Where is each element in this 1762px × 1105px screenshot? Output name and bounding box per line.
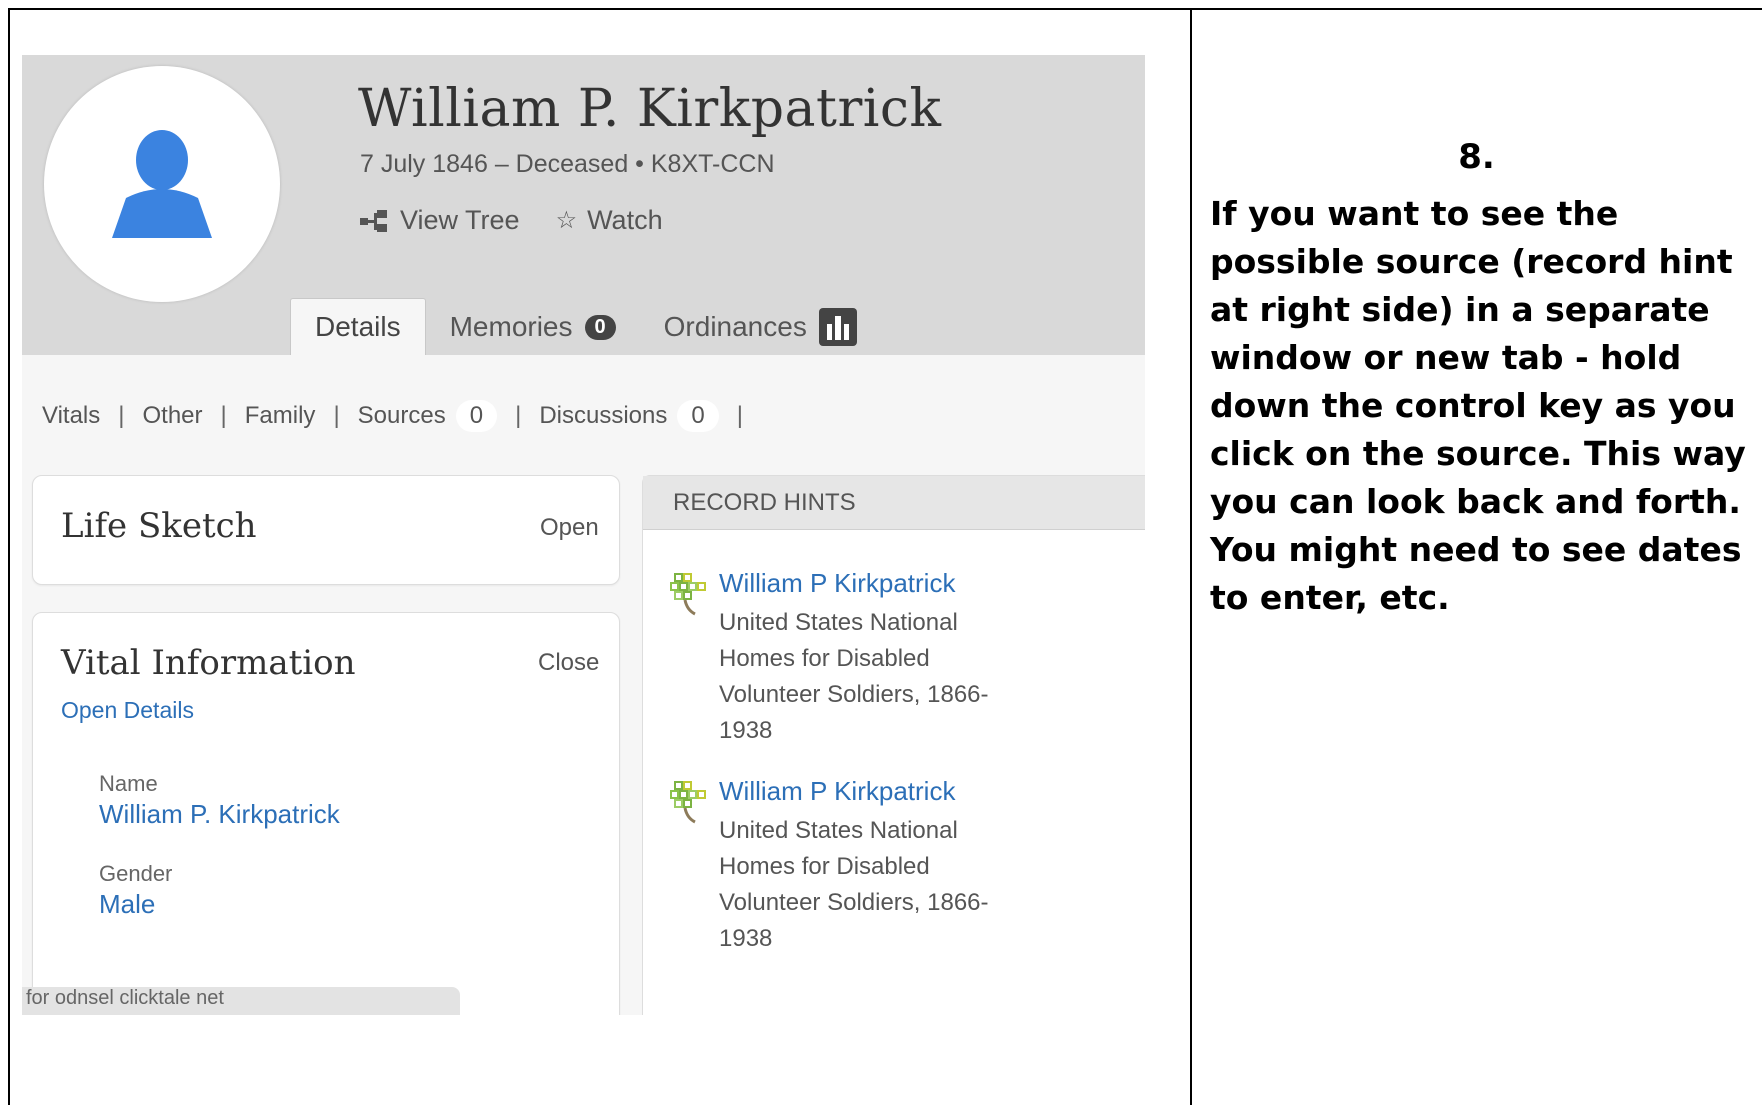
table-left-border — [8, 8, 10, 1105]
profile-actions: View Tree ☆ Watch — [360, 205, 663, 236]
record-hint-description: United States National Homes for Disable… — [719, 817, 989, 952]
temple-icon — [818, 308, 857, 346]
record-tree-icon — [670, 781, 706, 824]
record-hint-item[interactable]: William P Kirkpatrick United States Nati… — [669, 568, 999, 749]
vital-information-title: Vital Information — [61, 643, 356, 683]
vital-information-close-button[interactable]: Close — [538, 649, 599, 677]
gender-label: Gender — [99, 861, 173, 886]
instruction-text: If you want to see the possible source (… — [1210, 194, 1746, 617]
watch-link[interactable]: ☆ Watch — [556, 205, 663, 236]
tab-ordinances[interactable]: Ordinances — [640, 299, 881, 355]
subnav-separator: | — [515, 402, 522, 429]
subnav-separator: | — [333, 402, 340, 429]
subnav-discussions[interactable]: Discussions — [539, 402, 667, 430]
tab-ordinances-label: Ordinances — [663, 311, 807, 342]
tab-memories[interactable]: Memories 0 — [426, 299, 640, 355]
life-sketch-card: Life Sketch Open — [32, 475, 620, 585]
avatar — [44, 66, 280, 302]
life-sketch-title: Life Sketch — [61, 506, 257, 546]
name-label: Name — [99, 771, 158, 796]
vital-information-card: Vital Information Close Open Details Nam… — [32, 612, 620, 1015]
person-silhouette-icon — [112, 130, 212, 238]
life-sketch-open-button[interactable]: Open — [540, 514, 599, 542]
record-hint-title[interactable]: William P Kirkpatrick — [719, 568, 999, 599]
status-url-tooltip: for odnsel clicktale net — [22, 987, 460, 1015]
tab-memories-label: Memories — [449, 311, 573, 342]
watch-label: Watch — [587, 205, 663, 235]
tree-view-icon — [360, 209, 387, 232]
discussions-count-badge: 0 — [677, 400, 719, 432]
section-subnav: Vitals | Other | Family | Sources 0 | Di… — [42, 400, 751, 432]
name-value-link[interactable]: William P. Kirkpatrick — [99, 799, 340, 830]
table-top-border — [8, 8, 1762, 10]
document-page: William P. Kirkpatrick 7 July 1846 – Dec… — [0, 0, 1762, 1105]
record-hint-item[interactable]: William P Kirkpatrick United States Nati… — [669, 776, 999, 957]
subnav-vitals[interactable]: Vitals — [42, 402, 100, 430]
gender-value-link[interactable]: Male — [99, 889, 155, 920]
person-dates-id: 7 July 1846 – Deceased • K8XT-CCN — [360, 150, 775, 178]
record-hint-title[interactable]: William P Kirkpatrick — [719, 776, 999, 807]
record-hints-heading: RECORD HINTS — [643, 476, 1145, 530]
tab-details[interactable]: Details — [290, 298, 426, 355]
subnav-sources[interactable]: Sources — [358, 402, 446, 430]
step-number: 8. — [1458, 137, 1495, 177]
subnav-separator: | — [220, 402, 227, 429]
profile-header: William P. Kirkpatrick 7 July 1846 – Dec… — [22, 55, 1145, 355]
view-tree-link[interactable]: View Tree — [360, 205, 520, 236]
tab-details-label: Details — [315, 311, 401, 342]
sources-count-badge: 0 — [455, 400, 498, 432]
subnav-family[interactable]: Family — [245, 402, 316, 430]
embedded-screenshot: William P. Kirkpatrick 7 July 1846 – Dec… — [22, 55, 1145, 1015]
subnav-separator: | — [118, 402, 125, 429]
person-name: William P. Kirkpatrick — [358, 79, 942, 139]
view-tree-label: View Tree — [400, 205, 520, 235]
record-hints-panel: RECORD HINTS William P Kirkpatrick Unite… — [642, 475, 1145, 1015]
star-outline-icon: ☆ — [555, 207, 578, 234]
profile-tabs: Details Memories 0 Ordinances — [290, 297, 881, 355]
memories-count-badge: 0 — [584, 314, 616, 340]
subnav-other[interactable]: Other — [143, 402, 203, 430]
record-hint-description: United States National Homes for Disable… — [719, 609, 989, 744]
open-details-link[interactable]: Open Details — [61, 697, 194, 724]
record-tree-icon — [670, 573, 706, 616]
subnav-separator: | — [736, 402, 743, 429]
